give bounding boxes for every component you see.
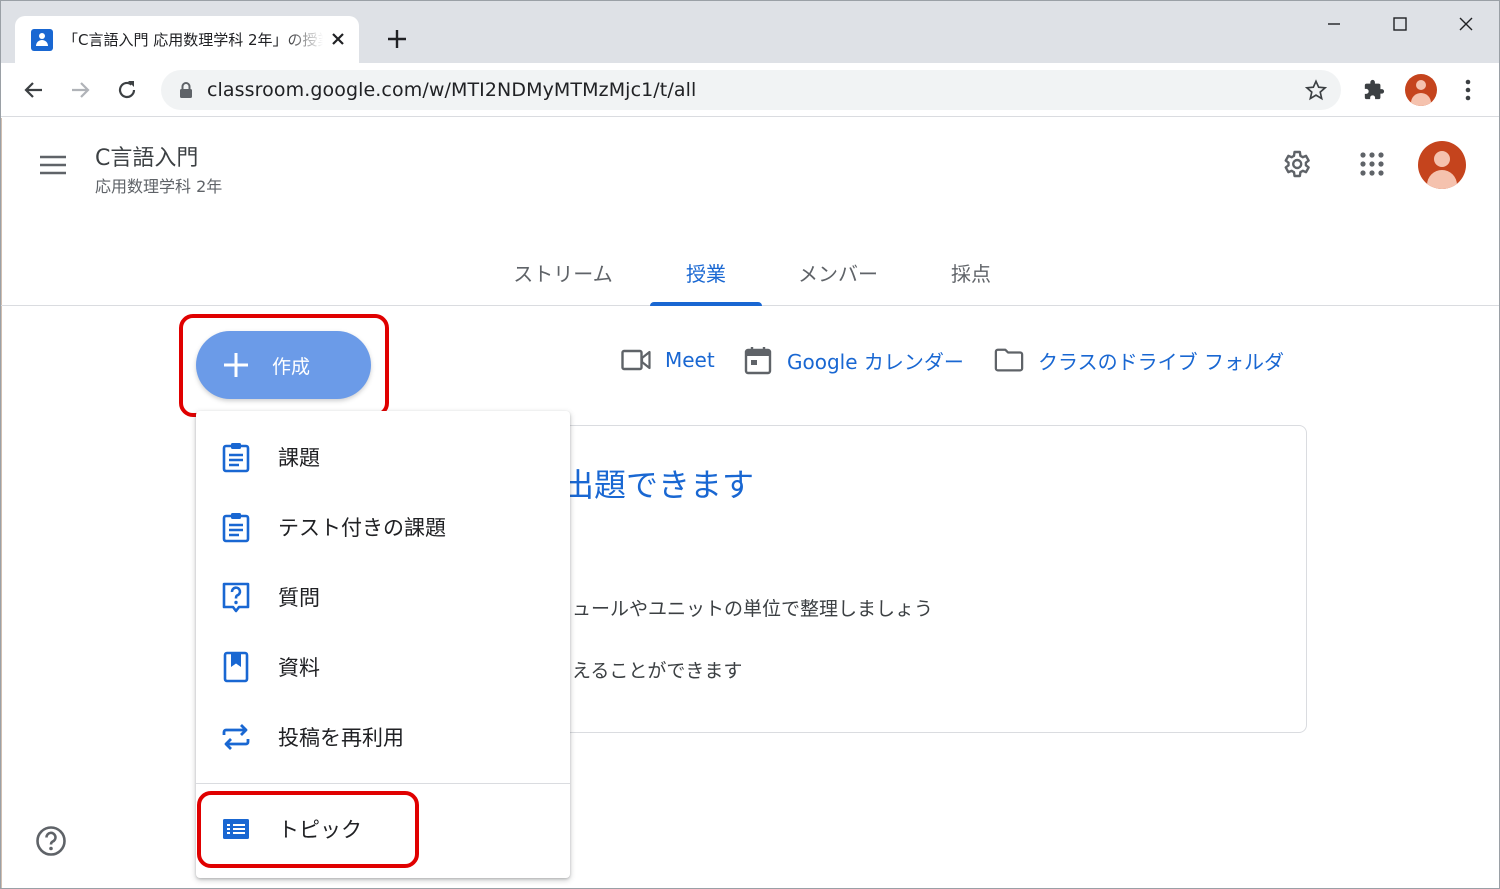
topic-item-highlight [197,791,419,868]
menu-item-label: 資料 [278,656,320,680]
meet-label: Meet [665,348,715,372]
folder-icon [994,345,1024,375]
classroom-favicon-icon [31,28,53,51]
calendar-label: Google カレンダー [787,349,964,374]
empty-state-card: 出題できます ュールやユニットの単位で整理しましょう えることができます [561,425,1307,733]
assignment-icon [220,441,252,473]
tab-title: 「C言語入門 応用数理学科 2年」の授業 [63,31,323,49]
help-icon[interactable] [35,825,67,857]
menu-item-quiz-assignment[interactable]: テスト付きの課題 [196,492,570,562]
menu-item-label: テスト付きの課題 [278,516,446,540]
menu-item-label: 投稿を再利用 [278,726,404,750]
menu-item-question[interactable]: 質問 [196,562,570,632]
create-button-highlight [179,314,389,417]
maximize-window-icon[interactable] [1377,9,1423,39]
profile-avatar-small[interactable] [1405,74,1437,106]
tab-stream[interactable]: ストリーム [501,238,625,306]
empty-state-line-topics: ュールやユニットの単位で整理しましょう [572,598,934,620]
settings-gear-icon[interactable] [1278,146,1314,182]
material-icon [220,651,252,683]
calendar-icon [743,345,773,375]
close-tab-icon[interactable] [327,28,349,50]
menu-item-label: 課題 [278,446,320,470]
close-window-icon[interactable] [1443,9,1489,39]
reload-icon[interactable] [112,75,142,105]
minimize-window-icon[interactable] [1311,9,1357,39]
quiz-assignment-icon [220,511,252,543]
empty-state-title: 出題できます [562,466,755,504]
lock-icon [180,82,192,98]
tab-grades[interactable]: 採点 [936,238,1006,306]
forward-icon[interactable] [65,75,95,105]
browser-toolbar: classroom.google.com/w/MTI2NDMyMTMzMjc1/… [1,63,1499,117]
empty-state-line-order: えることができます [572,660,743,682]
url-text: classroom.google.com/w/MTI2NDMyMTMzMjc1/… [207,79,697,101]
class-section: 応用数理学科 2年 [95,177,223,196]
question-icon [220,581,252,613]
classroom-header: C言語入門 応用数理学科 2年 ストリーム 授業 メンバー 採点 [1,118,1499,306]
menu-item-label: 質問 [278,586,320,610]
tab-people[interactable]: メンバー [785,238,891,306]
menu-item-material[interactable]: 資料 [196,632,570,702]
menu-item-reuse-post[interactable]: 投稿を再利用 [196,702,570,772]
address-bar[interactable]: classroom.google.com/w/MTI2NDMyMTMzMjc1/… [161,70,1341,110]
menu-divider [196,783,570,784]
new-tab-icon[interactable] [383,25,411,53]
profile-avatar[interactable] [1418,141,1466,189]
meet-link[interactable]: Meet [621,344,715,376]
menu-item-assignment[interactable]: 課題 [196,422,570,492]
browser-window: 「C言語入門 応用数理学科 2年」の授業 classroom.google.co… [0,0,1500,889]
back-icon[interactable] [19,75,49,105]
apps-grid-icon[interactable] [1354,146,1390,182]
calendar-link[interactable]: Google カレンダー [743,344,964,376]
main-menu-icon[interactable] [37,150,69,180]
browser-tab[interactable]: 「C言語入門 応用数理学科 2年」の授業 [15,16,359,63]
tab-strip: 「C言語入門 応用数理学科 2年」の授業 [1,1,1499,63]
drive-folder-label: クラスのドライブ フォルダ [1038,349,1284,374]
tab-classwork[interactable]: 授業 [650,238,762,306]
drive-folder-link[interactable]: クラスのドライブ フォルダ [994,344,1284,376]
browser-menu-icon[interactable] [1453,75,1483,105]
extensions-puzzle-icon[interactable] [1359,75,1389,105]
class-name[interactable]: C言語入門 [95,140,198,172]
reuse-post-icon [220,721,252,753]
video-camera-icon [621,345,651,375]
bookmark-star-icon[interactable] [1305,79,1327,101]
